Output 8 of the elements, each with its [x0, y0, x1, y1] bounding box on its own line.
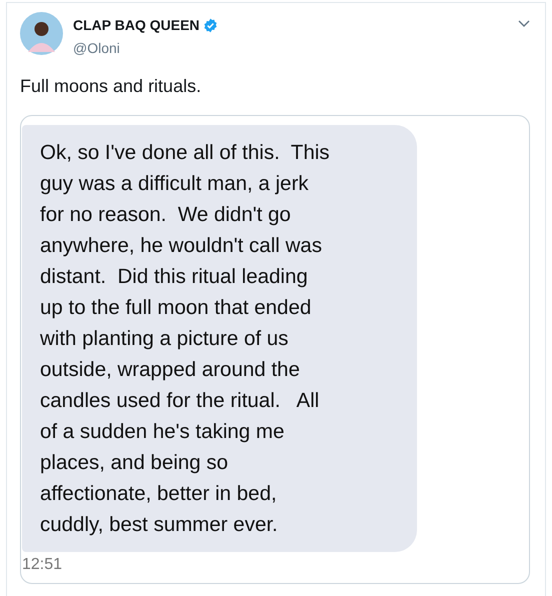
author-name[interactable]: CLAP BAQ QUEEN [73, 15, 200, 36]
chevron-down-icon[interactable] [518, 20, 530, 28]
tweet-text: Full moons and rituals. [20, 75, 202, 98]
message-text: Ok, so I've done all of this. This guy was a difficult man, a jerk for no reason. We didn't go anywhere, he wouldn't call was distant. Did this ritual leading up to the full moon that ended with planting a picture of us outside, wrapped around the candles used for the ritual. All of a sudden he's taking me places, and being so affectionate, better in bed, cuddly, best summer ever. [40, 140, 331, 538]
attached-screenshot[interactable] [20, 115, 530, 584]
message-time: 12:51 [22, 556, 64, 574]
author-handle[interactable]: @Oloni [73, 38, 518, 59]
avatar[interactable] [20, 12, 63, 55]
